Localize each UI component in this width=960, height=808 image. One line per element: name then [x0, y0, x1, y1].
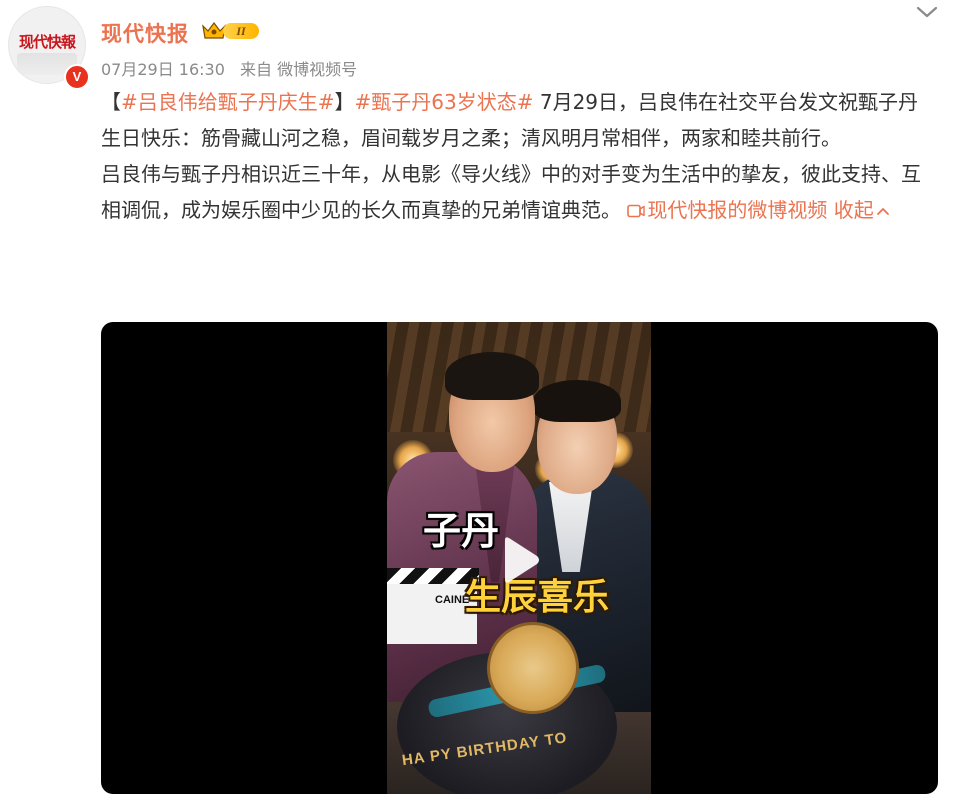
clapperboard [387, 584, 477, 644]
collapse-text-label: 收起 [833, 198, 874, 222]
avatar-logo-text: 现代快報 [18, 33, 76, 51]
chevron-up-icon [876, 208, 889, 215]
author-name[interactable]: 现代快报 [101, 18, 189, 48]
post-paragraph-2: 吕良伟与甄子丹相识近三十年，从电影《导火线》中的对手变为生活中的挚友，彼此支持、… [101, 156, 937, 228]
video-source-link-text: 现代快报的微博视频 [647, 198, 828, 222]
post-paragraph-1: 【#吕良伟给甄子丹庆生#】#甄子丹63岁状态# 7月29日，吕良伟在社交平台发文… [101, 84, 937, 156]
hashtag-link-1[interactable]: #吕良伟给甄子丹庆生# [121, 90, 335, 114]
video-link-icon [627, 204, 646, 218]
verified-icon: V [64, 64, 90, 90]
post-time[interactable]: 07月29日 16:30 [101, 60, 225, 79]
collapse-text-button[interactable]: 收起 [834, 198, 890, 222]
video-player[interactable]: CAINE HA PY BIRTHDAY TO 子丹 生辰喜乐 [101, 322, 938, 794]
cake-film-reel [487, 622, 579, 714]
weibo-post: 现代快報 V 现代快报 II 07月29日 16:30 来自 微博视频号 【#吕… [0, 0, 960, 808]
video-caption-line-1: 子丹 [423, 509, 500, 553]
play-icon[interactable] [491, 532, 547, 588]
hashtag-link-2[interactable]: #甄子丹63岁状态# [355, 90, 534, 114]
post-meta: 07月29日 16:30 来自 微博视频号 [101, 56, 367, 80]
person-left-hair [445, 352, 539, 400]
level-label: II [223, 23, 259, 39]
post-body: 【#吕良伟给甄子丹庆生#】#甄子丹63岁状态# 7月29日，吕良伟在社交平台发文… [101, 84, 937, 228]
bracket-open: 【 [101, 90, 121, 114]
video-source-link[interactable]: 现代快报的微博视频 [627, 198, 827, 222]
post-source: 来自 微博视频号 [240, 60, 358, 79]
bracket-close: 】 [334, 90, 355, 114]
person-right-hair [533, 380, 621, 422]
chevron-down-icon[interactable] [914, 2, 940, 22]
level-badge[interactable]: II [201, 20, 261, 42]
